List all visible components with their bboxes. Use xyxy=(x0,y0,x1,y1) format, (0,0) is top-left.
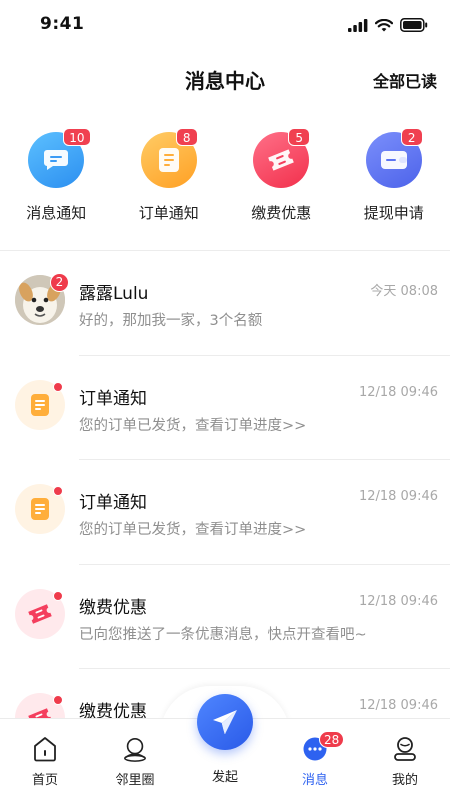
category-order-notice[interactable]: 8 订单通知 xyxy=(113,128,226,238)
status-icons xyxy=(348,17,428,33)
message-title: 订单通知 xyxy=(79,493,147,513)
message-title: 订单通知 xyxy=(79,388,147,409)
message-title: 缴费优惠 xyxy=(79,597,147,618)
signal-icon xyxy=(348,18,368,32)
unread-dot xyxy=(53,590,63,601)
document-icon xyxy=(158,148,179,172)
neighbors-icon xyxy=(122,735,148,763)
coupon-icon xyxy=(28,603,52,624)
message-item[interactable]: 2 露露Lulu 今天 08:08 好的，那加我一家，3个名额 xyxy=(0,251,450,356)
chat-bubble-icon xyxy=(44,150,69,170)
category-message-notice[interactable]: 10 消息通知 xyxy=(0,128,113,238)
category-icon-circle: 8 xyxy=(140,128,198,188)
post-label: 发起 xyxy=(211,770,238,785)
message-tab-icon: 28 xyxy=(302,731,345,763)
header: 消息中心 全部已读 xyxy=(0,52,450,104)
category-label: 缴费优惠 xyxy=(251,204,312,222)
tab-messages[interactable]: 28 消息 xyxy=(270,719,360,800)
category-icon-circle: 10 xyxy=(28,128,91,188)
profile-icon xyxy=(392,735,418,763)
category-badge: 10 xyxy=(63,128,91,146)
message-preview: 已向您推送了一条优惠消息，快点开查看吧~ xyxy=(79,626,367,643)
message-title: 露露Lulu xyxy=(79,284,149,304)
tab-label: 我的 xyxy=(391,773,418,788)
unread-dot xyxy=(53,381,63,392)
category-withdraw-request[interactable]: 2 提现申请 xyxy=(338,128,450,238)
document-icon xyxy=(31,498,49,520)
category-label: 提现申请 xyxy=(363,204,424,222)
paper-plane-icon xyxy=(213,710,237,735)
message-item[interactable]: 缴费优惠 12/18 09:46 已向您推送了一条优惠消息，快点开查看吧~ xyxy=(0,565,450,669)
home-icon xyxy=(32,735,58,763)
category-label: 订单通知 xyxy=(138,204,199,222)
message-time: 12/18 09:46 xyxy=(358,593,438,609)
status-time: 9:41 xyxy=(40,14,85,34)
wifi-icon xyxy=(375,18,393,31)
coupon-icon xyxy=(268,149,295,171)
category-icon-circle: 2 xyxy=(365,128,423,188)
message-preview: 好的，那加我一家，3个名额 xyxy=(79,313,263,329)
tab-profile[interactable]: 我的 xyxy=(360,719,450,800)
document-icon xyxy=(31,393,49,416)
category-badge: 5 xyxy=(288,128,311,146)
message-time: 12/18 09:46 xyxy=(358,698,438,713)
category-payment-discount[interactable]: 5 缴费优惠 xyxy=(225,128,338,238)
message-item[interactable]: 订单通知 12/18 09:46 您的订单已发货，查看订单进度>> xyxy=(0,356,450,460)
message-item[interactable]: 订单通知 12/18 09:46 您的订单已发货，查看订单进度>> xyxy=(0,460,450,565)
battery-icon xyxy=(400,18,428,32)
message-preview: 您的订单已发货，查看订单进度>> xyxy=(79,522,307,538)
category-badge: 8 xyxy=(175,128,198,146)
status-bar: 9:41 xyxy=(0,0,450,48)
tab-label: 消息 xyxy=(301,773,328,788)
message-time: 今天 08:08 xyxy=(370,284,438,299)
message-time: 12/18 09:46 xyxy=(358,384,438,400)
tab-label: 邻里圈 xyxy=(115,773,155,788)
tab-label: 首页 xyxy=(31,773,58,788)
category-icon-circle: 5 xyxy=(253,128,311,188)
message-time: 12/18 09:46 xyxy=(358,489,438,504)
unread-dot xyxy=(53,695,63,705)
message-preview: 您的订单已发货，查看订单进度>> xyxy=(79,417,307,434)
unread-dot xyxy=(53,486,63,496)
tab-badge: 28 xyxy=(319,731,345,748)
unread-count-badge: 2 xyxy=(50,273,69,292)
category-row: 10 消息通知 8 订单通知 5 缴费优惠 2 提现申请 xyxy=(0,128,450,238)
tab-home[interactable]: 首页 xyxy=(0,719,90,800)
category-badge: 2 xyxy=(400,128,423,146)
tab-neighbors[interactable]: 邻里圈 xyxy=(90,719,180,800)
mark-all-read-button[interactable]: 全部已读 xyxy=(373,68,437,92)
category-label: 消息通知 xyxy=(26,204,87,222)
wallet-icon xyxy=(380,151,407,169)
post-button[interactable] xyxy=(197,694,253,750)
